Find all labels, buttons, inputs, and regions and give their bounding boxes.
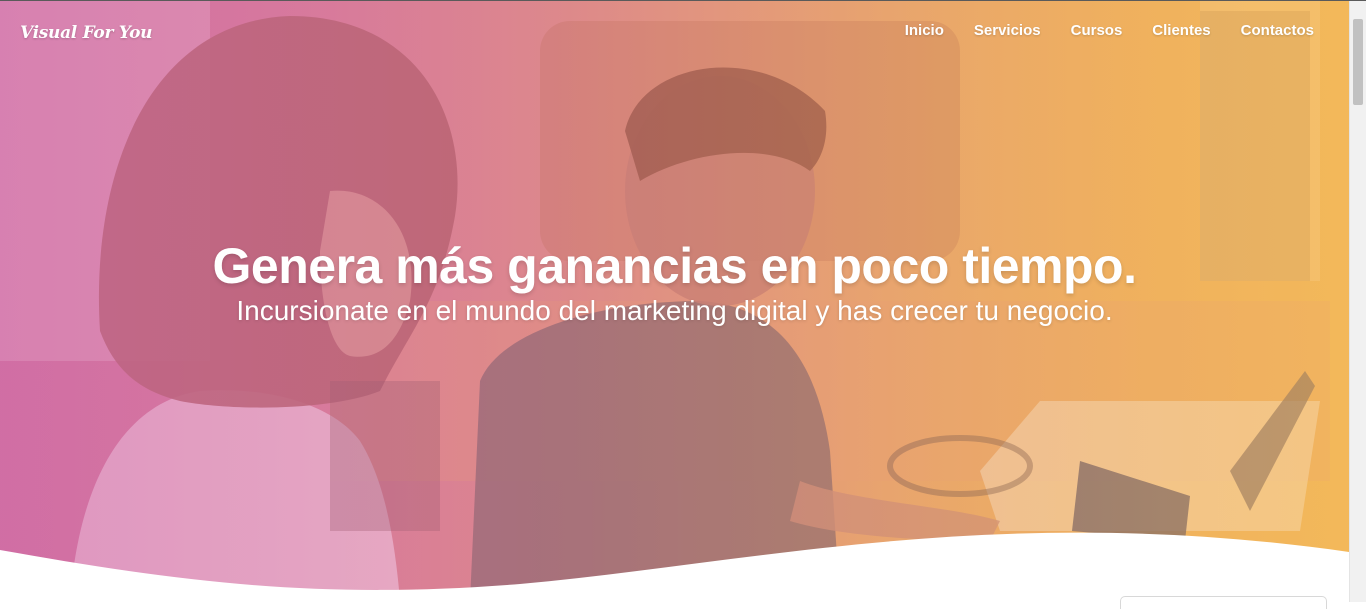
scrollbar-thumb[interactable] <box>1353 19 1363 105</box>
partial-card <box>1120 596 1327 609</box>
nav-link-contactos[interactable]: Contactos <box>1241 22 1314 39</box>
vertical-scrollbar[interactable] <box>1349 1 1366 602</box>
hero-title: Genera más ganancias en poco tiempo. <box>212 238 1137 294</box>
main-navigation: Inicio Servicios Cursos Clientes Contact… <box>905 22 1314 39</box>
brand-logo[interactable]: Visual For You <box>20 23 152 43</box>
nav-link-clientes[interactable]: Clientes <box>1152 22 1210 39</box>
nav-link-cursos[interactable]: Cursos <box>1071 22 1123 39</box>
hero-section: Visual For You Inicio Servicios Cursos C… <box>0 1 1349 602</box>
hero-subtitle: Incursionate en el mundo del marketing d… <box>236 295 1113 326</box>
nav-link-servicios[interactable]: Servicios <box>974 22 1041 39</box>
hero-wave-divider <box>0 532 1349 602</box>
nav-link-inicio[interactable]: Inicio <box>905 22 944 39</box>
